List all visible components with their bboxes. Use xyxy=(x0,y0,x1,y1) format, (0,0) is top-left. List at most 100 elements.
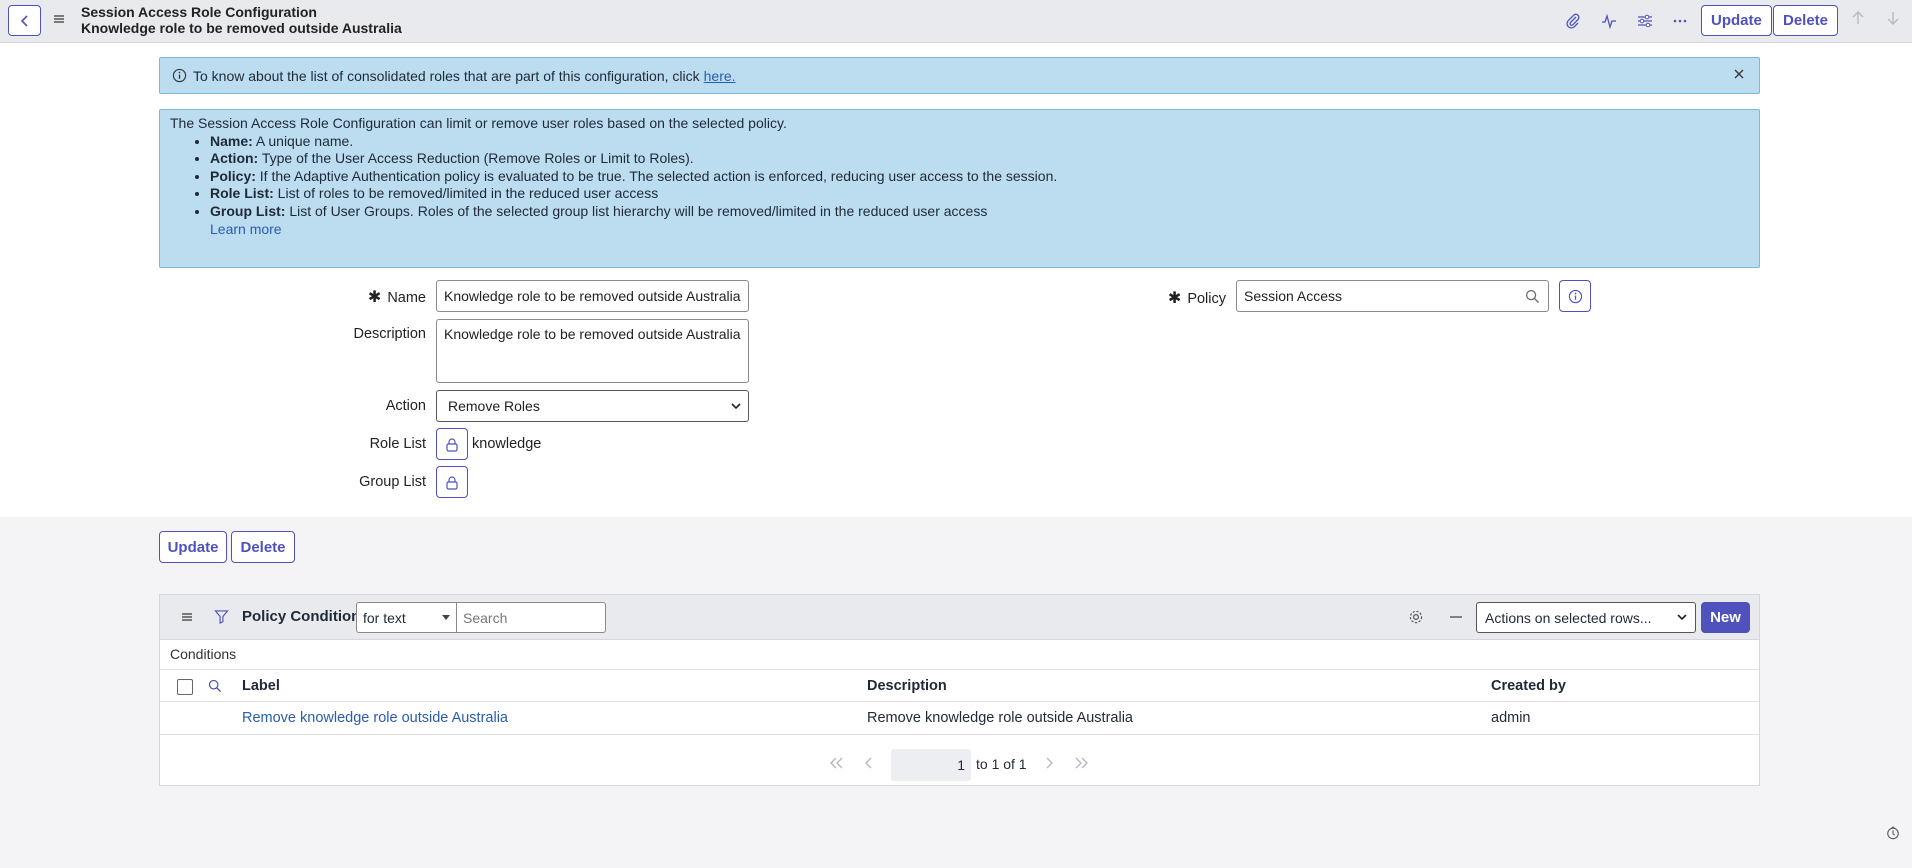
delete-button[interactable]: Delete xyxy=(231,531,295,563)
previous-page-icon[interactable] xyxy=(864,756,874,773)
search-field-select-value: for text xyxy=(363,609,406,626)
help-desc: A unique name. xyxy=(255,132,354,149)
list-search-input[interactable]: Search xyxy=(456,602,606,633)
caret-down-icon xyxy=(442,614,450,620)
update-button[interactable]: Update xyxy=(159,531,227,563)
name-input[interactable]: Knowledge role to be removed outside Aus… xyxy=(436,280,749,312)
list-menu-icon[interactable] xyxy=(180,610,194,627)
help-desc: If the Adaptive Authentication policy is… xyxy=(259,167,1058,184)
role-list-lock-button[interactable] xyxy=(436,428,468,460)
paperclip-icon[interactable] xyxy=(1562,10,1584,32)
policy-conditions-list: Policy Conditions for text Search Action… xyxy=(159,594,1760,786)
name-label-text: Name xyxy=(387,290,426,306)
help-item: Name: A unique name. xyxy=(210,133,1749,151)
table-header-row: Label Description Created by xyxy=(160,669,1759,702)
column-search-icon[interactable] xyxy=(208,679,222,696)
help-intro: The Session Access Role Configuration ca… xyxy=(170,115,787,131)
chevron-down-icon xyxy=(731,402,741,409)
name-label: ✱ Name xyxy=(360,287,426,307)
hamburger-menu-icon[interactable] xyxy=(52,12,66,29)
help-desc: List of User Groups. Roles of the select… xyxy=(289,202,988,219)
help-term: Action: xyxy=(210,150,259,167)
description-label: Description xyxy=(353,326,426,342)
header-delete-button[interactable]: Delete xyxy=(1773,5,1839,36)
filter-icon[interactable] xyxy=(214,609,229,627)
policy-label: ✱ Policy xyxy=(1160,288,1226,308)
close-icon[interactable] xyxy=(1733,67,1745,83)
lock-icon xyxy=(446,437,458,452)
chevron-left-icon xyxy=(20,14,28,27)
header-update-button[interactable]: Update xyxy=(1701,5,1772,36)
role-list-label: Role List xyxy=(369,436,426,452)
select-all-checkbox[interactable] xyxy=(177,679,193,695)
breadcrumb[interactable]: Conditions xyxy=(170,646,236,662)
arrow-down-icon[interactable] xyxy=(1886,10,1900,29)
info-banner-text: To know about the list of consolidated r… xyxy=(193,67,700,84)
required-icon: ✱ xyxy=(367,289,382,306)
lock-icon xyxy=(446,475,458,490)
column-header-description[interactable]: Description xyxy=(867,678,947,694)
policy-input[interactable]: Session Access xyxy=(1236,280,1518,312)
last-page-icon[interactable] xyxy=(1074,756,1090,773)
row-label-link[interactable]: Remove knowledge role outside Australia xyxy=(242,710,508,726)
pagination: 1 to 1 of 1 xyxy=(160,749,1759,781)
gear-icon[interactable] xyxy=(1408,609,1424,628)
action-select[interactable]: Remove Roles xyxy=(436,390,749,422)
help-box: The Session Access Role Configuration ca… xyxy=(159,109,1760,268)
help-desc: Type of the User Access Reduction (Remov… xyxy=(261,150,694,167)
row-created-by: admin xyxy=(1491,710,1531,726)
response-time-icon[interactable] xyxy=(1886,826,1900,843)
help-item: Role List: List of roles to be removed/l… xyxy=(210,185,1749,203)
description-textarea[interactable]: Knowledge role to be removed outside Aus… xyxy=(436,319,749,383)
row-description: Remove knowledge role outside Australia xyxy=(867,710,1133,726)
page-number-input[interactable]: 1 xyxy=(891,749,971,781)
collapse-icon[interactable] xyxy=(1449,610,1463,627)
policy-info-button[interactable] xyxy=(1559,280,1591,312)
info-banner-link[interactable]: here. xyxy=(704,68,736,84)
column-header-created-by[interactable]: Created by xyxy=(1491,678,1566,694)
page-title: Session Access Role Configuration Knowle… xyxy=(81,4,402,36)
first-page-icon[interactable] xyxy=(828,756,844,773)
action-label: Action xyxy=(385,398,426,414)
column-header-label[interactable]: Label xyxy=(242,678,280,694)
policy-lookup-button[interactable] xyxy=(1517,280,1549,312)
actions-select-value: Actions on selected rows... xyxy=(1485,609,1652,626)
settings-sliders-icon[interactable] xyxy=(1634,10,1656,32)
group-list-lock-button[interactable] xyxy=(436,466,468,498)
help-term: Name: xyxy=(210,132,253,149)
help-item: Policy: If the Adaptive Authentication p… xyxy=(210,168,1749,186)
activity-pulse-icon[interactable] xyxy=(1598,10,1620,32)
form-title: Session Access Role Configuration xyxy=(81,4,317,20)
required-icon: ✱ xyxy=(1167,290,1182,307)
search-field-select[interactable]: for text xyxy=(356,602,457,633)
back-button[interactable] xyxy=(8,5,41,36)
info-icon xyxy=(1568,289,1582,303)
search-icon xyxy=(1525,289,1540,303)
help-list: Name: A unique name. Action: Type of the… xyxy=(170,133,1749,221)
info-icon xyxy=(172,68,187,83)
table-row: Remove knowledge role outside Australia … xyxy=(160,702,1759,735)
info-banner: To know about the list of consolidated r… xyxy=(159,57,1760,94)
header-bar: Session Access Role Configuration Knowle… xyxy=(0,0,1912,43)
action-select-value: Remove Roles xyxy=(448,398,540,414)
help-term: Role List: xyxy=(210,185,274,202)
related-list-header: Policy Conditions for text Search Action… xyxy=(160,595,1759,640)
learn-more-link[interactable]: Learn more xyxy=(210,221,1749,239)
policy-label-text: Policy xyxy=(1187,291,1226,307)
new-button[interactable]: New xyxy=(1701,602,1750,633)
help-desc: List of roles to be removed/limited in t… xyxy=(277,185,659,202)
related-list-title: Policy Conditions xyxy=(242,608,369,625)
page-range-text: to 1 of 1 xyxy=(976,756,1027,772)
group-list-label: Group List xyxy=(359,474,426,490)
more-options-icon[interactable] xyxy=(1669,10,1691,32)
help-item: Group List: List of User Groups. Roles o… xyxy=(210,203,1749,221)
help-item: Action: Type of the User Access Reductio… xyxy=(210,150,1749,168)
arrow-up-icon[interactable] xyxy=(1851,10,1865,29)
record-title: Knowledge role to be removed outside Aus… xyxy=(81,20,402,36)
chevron-down-icon xyxy=(1677,614,1687,621)
next-page-icon[interactable] xyxy=(1044,756,1054,773)
help-term: Policy: xyxy=(210,167,256,184)
help-term: Group List: xyxy=(210,202,286,219)
role-list-value: knowledge xyxy=(472,436,542,452)
actions-on-selected-select[interactable]: Actions on selected rows... xyxy=(1476,602,1696,633)
